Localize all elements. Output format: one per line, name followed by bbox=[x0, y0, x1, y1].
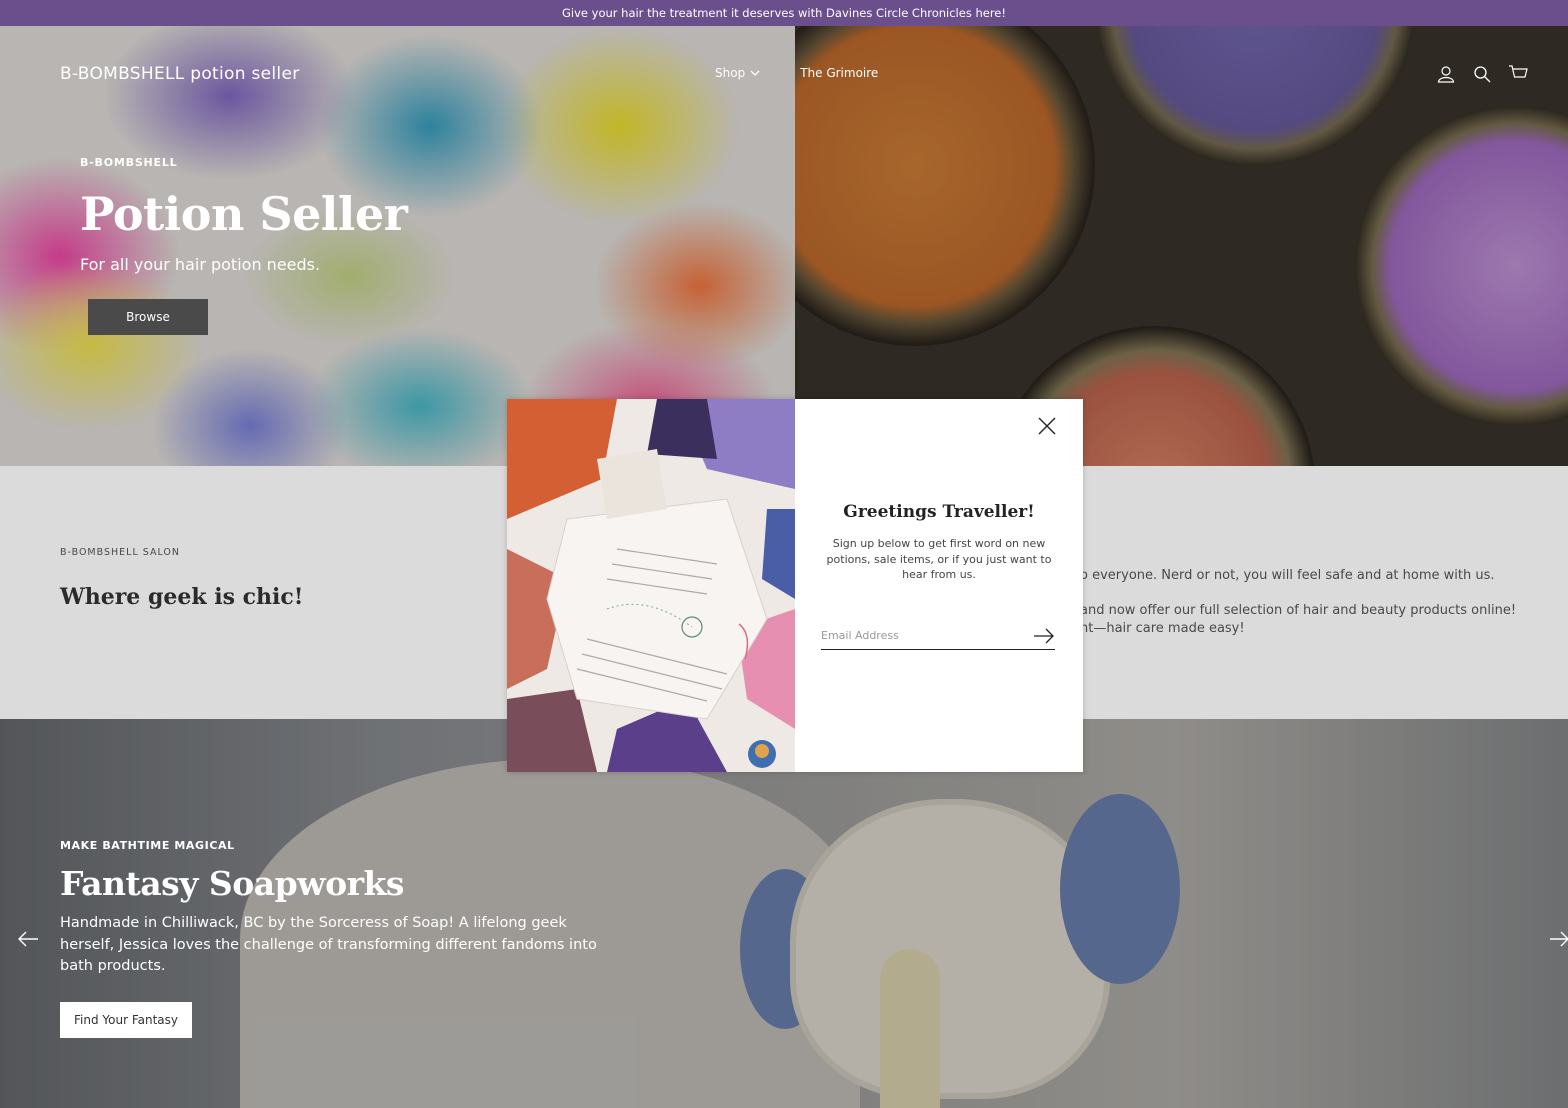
account-icon[interactable] bbox=[1436, 64, 1456, 84]
main-nav: Shop The Grimoire bbox=[715, 66, 878, 80]
nav-item-label: Shop bbox=[715, 66, 746, 80]
arrow-right-icon[interactable] bbox=[1548, 929, 1568, 949]
slide-text: MAKE BATHTIME MAGICAL Fantasy Soapworks … bbox=[60, 839, 620, 978]
header-icons bbox=[1436, 64, 1528, 84]
cart-icon[interactable] bbox=[1508, 64, 1528, 84]
slide-title: Fantasy Soapworks bbox=[60, 864, 404, 903]
close-icon[interactable] bbox=[1037, 416, 1057, 436]
announcement-bar[interactable]: Give your hair the treatment it deserves… bbox=[0, 0, 1568, 26]
search-icon[interactable] bbox=[1472, 64, 1492, 84]
newsletter-popup: Greetings Traveller! Sign up below to ge… bbox=[507, 399, 1083, 772]
site-logo[interactable]: B-BOMBSHELL potion seller bbox=[60, 64, 300, 84]
hero-title: Potion Seller bbox=[80, 187, 408, 241]
slide-eyebrow: MAKE BATHTIME MAGICAL bbox=[60, 839, 235, 852]
popup-title: Greetings Traveller! bbox=[843, 502, 1035, 522]
hero-text: B-BOMBSHELL Potion Seller For all your h… bbox=[80, 156, 408, 274]
hero-eyebrow: B-BOMBSHELL bbox=[80, 156, 178, 169]
find-your-fantasy-button[interactable]: Find Your Fantasy bbox=[60, 1002, 192, 1038]
browse-button[interactable]: Browse bbox=[88, 299, 208, 335]
chevron-down-icon bbox=[750, 66, 760, 80]
soap-slideshow: MAKE BATHTIME MAGICAL Fantasy Soapworks … bbox=[0, 719, 1568, 1108]
submit-arrow-icon[interactable] bbox=[1033, 627, 1055, 645]
hero-subtitle: For all your hair potion needs. bbox=[80, 255, 321, 274]
arrow-left-icon[interactable] bbox=[16, 929, 40, 949]
nav-item-label: The Grimoire bbox=[800, 66, 879, 80]
popup-image-art bbox=[507, 399, 795, 772]
nav-item-the-grimoire[interactable]: The Grimoire bbox=[800, 66, 878, 80]
popup-body: Sign up below to get first word on new p… bbox=[826, 537, 1052, 581]
announcement-text[interactable]: Give your hair the treatment it deserves… bbox=[562, 6, 1006, 20]
slide-description: Handmade in Chilliwack, BC by the Sorcer… bbox=[60, 915, 597, 974]
nav-item-shop[interactable]: Shop bbox=[715, 66, 760, 80]
email-field[interactable] bbox=[821, 622, 1055, 650]
popup-product-image bbox=[507, 399, 795, 772]
